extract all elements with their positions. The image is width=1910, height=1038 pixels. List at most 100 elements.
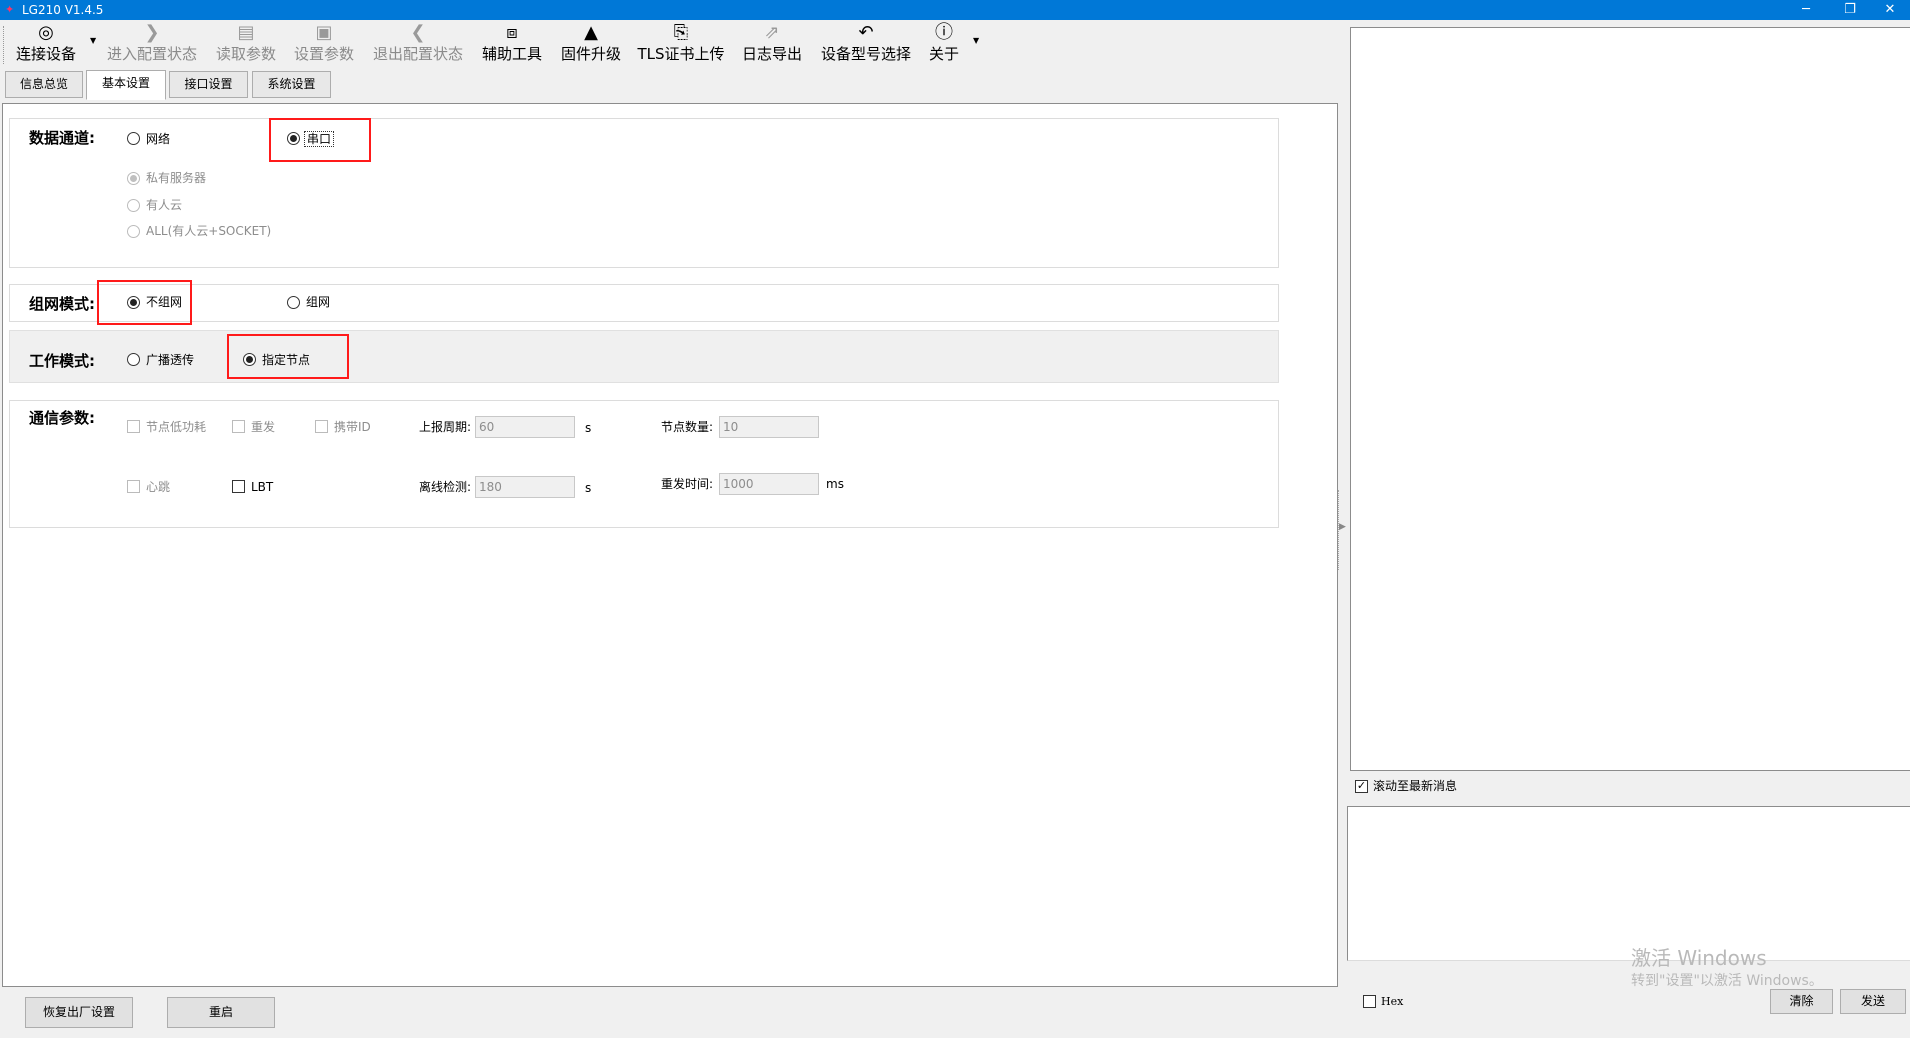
info-icon: ⓘ	[934, 22, 953, 43]
rocket-icon: ▲	[584, 22, 598, 43]
resend-time-input[interactable]: 1000	[719, 473, 819, 495]
window-title: LG210 V1.4.5	[22, 3, 104, 17]
toolbox-icon: ⧈	[506, 22, 518, 43]
checkbox-lbt[interactable]	[232, 480, 245, 493]
radio-no-network-label: 不组网	[146, 295, 183, 309]
radio-private-server[interactable]	[127, 172, 140, 185]
radio-no-network[interactable]	[127, 296, 140, 309]
hex-checkbox[interactable]	[1363, 995, 1376, 1008]
toolbar-label: 辅助工具	[481, 45, 543, 63]
data-channel-group	[9, 118, 1279, 268]
toolbar-label: TLS证书上传	[637, 45, 725, 63]
toolbar-label: 设置参数	[293, 45, 355, 63]
radio-broadcast-label: 广播透传	[146, 353, 195, 367]
heartbeat-label: 心跳	[146, 480, 171, 494]
toolbar-button-2[interactable]: ▤ 读取参数	[216, 22, 276, 68]
toolbar-button-8[interactable]: ⇗ 日志导出	[742, 22, 802, 68]
factory-reset-button[interactable]: 恢复出厂设置	[25, 997, 133, 1028]
toolbar-grip[interactable]	[3, 26, 4, 64]
toolbar-button-10[interactable]: ⓘ 关于	[929, 22, 959, 68]
minimize-button[interactable]: ─	[1786, 0, 1826, 20]
radio-usr-cloud[interactable]	[127, 199, 140, 212]
send-input[interactable]	[1347, 806, 1910, 961]
toolbar-button-6[interactable]: ▲ 固件升级	[561, 22, 621, 68]
chevron-left-icon: ❮	[410, 22, 426, 43]
toolbar-button-3[interactable]: ▣ 设置参数	[294, 22, 354, 68]
toolbar-label: 连接设备	[15, 45, 77, 63]
send-button[interactable]: 发送	[1840, 989, 1906, 1014]
windows-watermark-sub: 转到"设置"以激活 Windows。	[1631, 973, 1823, 989]
connect-dropdown-icon[interactable]: ▼	[90, 36, 96, 45]
restart-button[interactable]: 重启	[167, 997, 275, 1028]
tab-2[interactable]: 接口设置	[169, 71, 248, 98]
radio-network-mesh[interactable]	[287, 296, 300, 309]
toolbar-label: 退出配置状态	[372, 45, 464, 63]
app-icon: ✦	[5, 3, 15, 16]
radio-all[interactable]	[127, 225, 140, 238]
low-power-label: 节点低功耗	[146, 420, 207, 434]
work-mode-label: 工作模式:	[29, 352, 95, 370]
scroll-latest-label: 滚动至最新消息	[1373, 779, 1458, 793]
toolbar-button-1[interactable]: ❯ 进入配置状态	[107, 22, 197, 68]
undo-arrow-icon: ↶	[858, 22, 874, 43]
clear-button[interactable]: 清除	[1770, 989, 1833, 1014]
resend-label: 重发	[251, 420, 276, 434]
report-period-label: 上报周期:	[419, 420, 472, 434]
location-check-icon: ◎	[38, 22, 54, 43]
export-icon: ⇗	[764, 22, 780, 43]
radio-serial[interactable]	[287, 132, 300, 145]
lbt-label: LBT	[251, 480, 274, 494]
close-button[interactable]: ✕	[1870, 0, 1910, 20]
work-mode-group	[9, 330, 1279, 383]
radio-network-mesh-label: 组网	[306, 295, 331, 309]
toolbar-button-4[interactable]: ❮ 退出配置状态	[373, 22, 463, 68]
report-period-unit: s	[585, 421, 592, 435]
data-channel-label: 数据通道:	[29, 129, 95, 147]
toolbar-label: 关于	[928, 45, 960, 63]
checkbox-heartbeat[interactable]	[127, 480, 140, 493]
certificate-icon: ⎘	[673, 22, 689, 43]
radio-network[interactable]	[127, 132, 140, 145]
usr-cloud-label: 有人云	[146, 198, 183, 212]
toolbar-button-5[interactable]: ⧈ 辅助工具	[482, 22, 542, 68]
offline-detect-label: 离线检测:	[419, 480, 472, 494]
read-document-icon: ▤	[237, 22, 255, 43]
tab-3[interactable]: 系统设置	[252, 71, 331, 98]
restore-button[interactable]: ❐	[1830, 0, 1870, 20]
radio-broadcast[interactable]	[127, 353, 140, 366]
node-count-label: 节点数量:	[661, 420, 714, 434]
network-mode-group	[9, 284, 1279, 322]
message-log[interactable]	[1350, 27, 1910, 771]
toolbar-overflow-icon[interactable]: ▼	[973, 36, 979, 45]
radio-network-label: 网络	[146, 132, 171, 146]
toolbar-label: 设备型号选择	[820, 45, 912, 63]
chevron-right-icon: ❯	[144, 22, 160, 43]
title-bar: ✦ LG210 V1.4.5 ─ ❐ ✕	[0, 0, 1910, 20]
node-count-input[interactable]: 10	[719, 416, 819, 438]
toolbar-label: 读取参数	[215, 45, 277, 63]
toolbar-label: 日志导出	[741, 45, 803, 63]
scroll-latest-checkbox[interactable]: ✓	[1355, 780, 1368, 793]
toolbar-button-9[interactable]: ↶ 设备型号选择	[821, 22, 911, 68]
tab-0[interactable]: 信息总览	[5, 71, 83, 98]
tab-1[interactable]: 基本设置	[86, 70, 166, 100]
private-server-label: 私有服务器	[146, 171, 207, 185]
checkbox-carry-id[interactable]	[315, 420, 328, 433]
comm-params-label: 通信参数:	[29, 409, 95, 427]
toolbar-label: 进入配置状态	[106, 45, 198, 63]
offline-detect-input[interactable]: 180	[475, 476, 575, 498]
radio-serial-label: 串口	[304, 131, 335, 147]
save-icon: ▣	[315, 22, 333, 43]
checkbox-low-power[interactable]	[127, 420, 140, 433]
offline-detect-unit: s	[585, 481, 592, 495]
hex-label: Hex	[1381, 995, 1404, 1008]
collapse-arrow-icon[interactable]: ▶	[1339, 522, 1346, 532]
toolbar-button-0[interactable]: ◎ 连接设备	[16, 22, 76, 68]
toolbar-button-7[interactable]: ⎘ TLS证书上传	[637, 22, 724, 68]
network-mode-label: 组网模式:	[29, 295, 95, 313]
report-period-input[interactable]: 60	[475, 416, 575, 438]
radio-specified-node[interactable]	[243, 353, 256, 366]
checkbox-resend[interactable]	[232, 420, 245, 433]
all-label: ALL(有人云+SOCKET)	[146, 224, 272, 238]
windows-watermark: 激活 Windows	[1631, 946, 1767, 970]
